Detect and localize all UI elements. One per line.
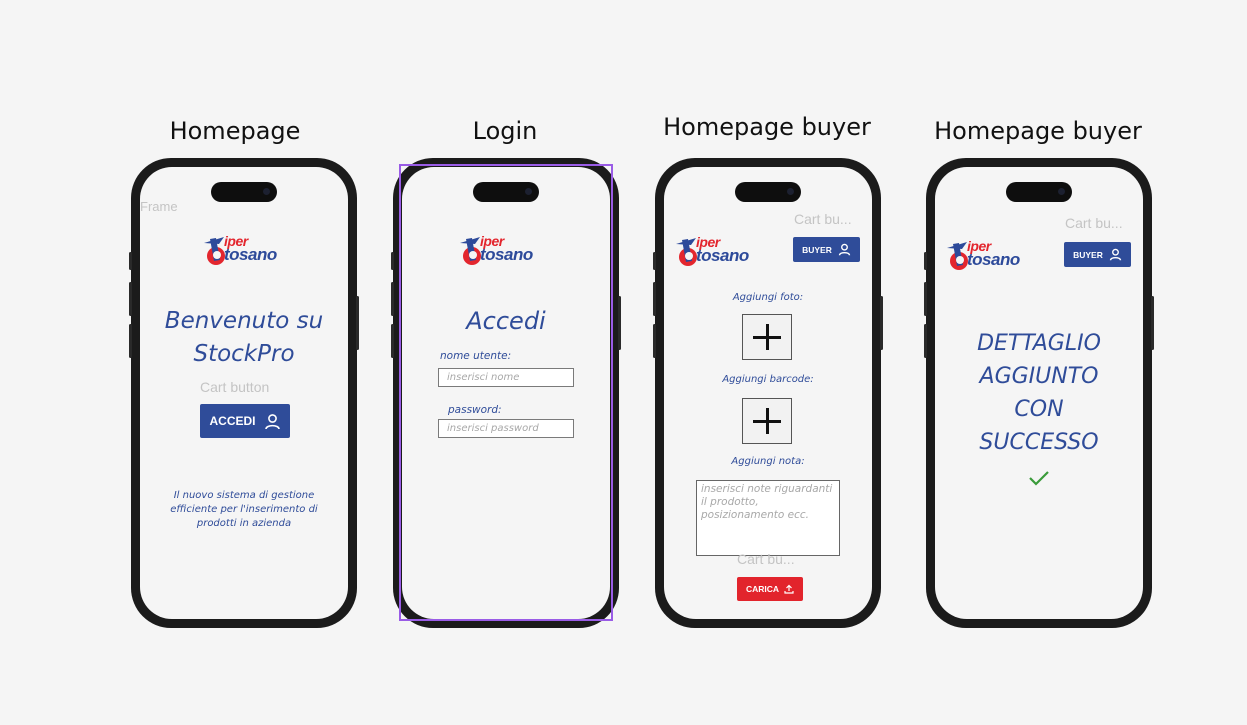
upload-button-label: CARICA (745, 584, 780, 594)
dynamic-island (473, 182, 539, 202)
dynamic-island (735, 182, 801, 202)
iper-tosano-logo: iper tosano (458, 233, 554, 267)
add-photo-label: Aggiungi foto: (732, 292, 804, 303)
add-barcode-button[interactable] (742, 398, 792, 444)
screen-homepage: Frame iper tosano Benvenuto su StockPro … (140, 167, 348, 619)
frame-title-homepage-buyer: Homepage buyer (663, 113, 871, 141)
frame-title-homepage: Homepage (169, 117, 301, 145)
phone-homepage-buyer: Cart bu... iper tosano BUYER Aggiungi fo… (653, 158, 883, 628)
buyer-button-label: BUYER (1073, 249, 1103, 260)
note-textarea[interactable]: inserisci note riguardanti il prodotto, … (696, 480, 840, 556)
frame-title-login: Login (472, 117, 538, 145)
user-icon (264, 413, 280, 429)
upload-button[interactable]: CARICA (737, 577, 803, 601)
dynamic-island (1006, 182, 1072, 202)
frame-corner-label: Frame (140, 199, 178, 214)
username-input[interactable]: inserisci nome (438, 368, 574, 387)
frame-title-homepage-buyer-success: Homepage buyer (934, 117, 1142, 145)
buyer-button[interactable]: BUYER (1064, 242, 1131, 267)
cart-button-ghost-bottom: Cart bu... (737, 551, 795, 567)
logo-text-tosano: tosano (696, 246, 749, 265)
user-icon (838, 243, 851, 256)
username-label: nome utente: (440, 350, 512, 362)
iper-tosano-logo: iper tosano (945, 238, 1041, 272)
screen-homepage-buyer-success: Cart bu... iper tosano BUYER DETTAGLIO A… (935, 167, 1143, 619)
accedi-button[interactable]: ACCEDI (200, 404, 290, 438)
buyer-button[interactable]: BUYER (793, 237, 860, 262)
user-icon (1109, 248, 1122, 261)
screen-login: iper tosano Accedi nome utente: inserisc… (402, 167, 610, 619)
password-label: password: (448, 404, 502, 416)
add-note-label: Aggiungi nota: (731, 456, 805, 467)
dynamic-island (211, 182, 277, 202)
iper-tosano-logo: iper tosano (202, 233, 298, 267)
screen-homepage-buyer: Cart bu... iper tosano BUYER Aggiungi fo… (664, 167, 872, 619)
add-barcode-label: Aggiungi barcode: (722, 374, 814, 385)
upload-icon (784, 584, 794, 594)
cart-button-ghost-label: Cart button (200, 379, 270, 395)
cart-button-ghost-top: Cart bu... (794, 211, 852, 227)
checkmark-icon (1029, 471, 1049, 486)
phone-homepage: Frame iper tosano Benvenuto su StockPro … (129, 158, 359, 628)
welcome-headline: Benvenuto su StockPro (164, 308, 324, 367)
tagline: Il nuovo sistema di gestione efficiente … (170, 490, 318, 529)
login-headline: Accedi (466, 307, 546, 335)
add-photo-button[interactable] (742, 314, 792, 360)
iper-tosano-logo: iper tosano (674, 234, 770, 268)
logo-text-tosano: tosano (967, 250, 1020, 269)
phone-homepage-buyer-success: Cart bu... iper tosano BUYER DETTAGLIO A… (924, 158, 1154, 628)
buyer-button-label: BUYER (802, 244, 832, 255)
success-message: DETTAGLIO AGGIUNTO CON SUCCESSO (977, 331, 1101, 455)
logo-text-tosano: tosano (224, 245, 277, 264)
phone-login: iper tosano Accedi nome utente: inserisc… (391, 158, 621, 628)
logo-text-tosano: tosano (480, 245, 533, 264)
cart-button-ghost-top: Cart bu... (1065, 215, 1123, 231)
password-input[interactable]: inserisci password (438, 419, 574, 438)
accedi-button-label: ACCEDI (209, 414, 256, 428)
